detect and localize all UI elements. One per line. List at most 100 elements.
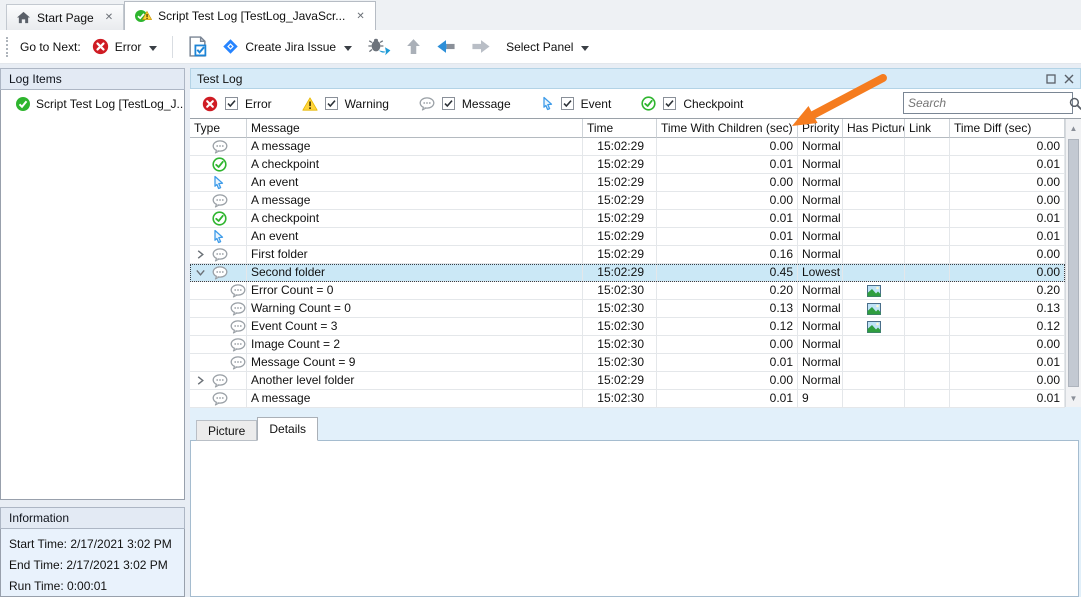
link-cell [905, 318, 950, 336]
home-icon [16, 11, 31, 24]
message-cell: A checkpoint [247, 210, 583, 228]
close-tab-icon[interactable]: ✕ [355, 11, 365, 22]
log-row[interactable]: A checkpoint15:02:290.01Normal0.01 [190, 156, 1065, 174]
scroll-up-icon[interactable]: ▲ [1066, 120, 1081, 136]
column-header-link[interactable]: Link [905, 119, 950, 138]
link-cell [905, 174, 950, 192]
link-cell [905, 210, 950, 228]
scroll-down-icon[interactable]: ▼ [1066, 390, 1081, 406]
checkpoint-checkbox[interactable] [663, 97, 676, 110]
link-cell [905, 138, 950, 156]
go-to-next-error-button[interactable]: Error [88, 36, 162, 57]
column-header-time-diff-sec[interactable]: Time Diff (sec) [950, 119, 1065, 138]
go-to-next-target-label: Error [115, 40, 142, 54]
priority-cell: Normal [798, 336, 843, 354]
tree-item-script-test-log[interactable]: Script Test Log [TestLog_J... [1, 94, 184, 114]
filter-warning: Warning [302, 96, 389, 112]
jump-to-bug-icon[interactable] [363, 35, 395, 58]
column-header-time-with-children-sec[interactable]: Time With Children (sec) [657, 119, 798, 138]
message-icon [230, 302, 246, 316]
up-arrow-icon[interactable] [402, 36, 425, 57]
message-cell: An event [247, 174, 583, 192]
message-checkbox[interactable] [442, 97, 455, 110]
forward-arrow-icon[interactable] [467, 37, 495, 56]
vertical-scrollbar[interactable]: ▲ ▼ [1065, 119, 1081, 407]
column-header-type[interactable]: Type [190, 119, 247, 138]
priority-cell: Normal [798, 318, 843, 336]
filter-error: Error [202, 96, 272, 112]
close-tab-icon[interactable]: ✕ [104, 12, 114, 23]
column-header-time[interactable]: Time [583, 119, 657, 138]
picture-icon[interactable] [867, 321, 881, 333]
log-row[interactable]: Another level folder15:02:290.00Normal0.… [190, 372, 1065, 390]
go-to-next-label: Go to Next: [20, 40, 81, 54]
tab-details[interactable]: Details [257, 417, 318, 441]
checklist-document-icon[interactable] [184, 34, 211, 59]
log-row[interactable]: Message Count = 915:02:300.01Normal0.01 [190, 354, 1065, 372]
picture-icon[interactable] [867, 303, 881, 315]
create-jira-issue-button[interactable]: Create Jira Issue [218, 36, 356, 57]
tab-script-test-log[interactable]: Script Test Log [TestLog_JavaScr... ✕ [124, 1, 376, 30]
information-header: Information [0, 507, 185, 529]
log-row[interactable]: An event15:02:290.00Normal0.00 [190, 174, 1065, 192]
log-row[interactable]: An event15:02:290.01Normal0.01 [190, 228, 1065, 246]
green-check-icon [15, 96, 31, 112]
message-cell: A message [247, 192, 583, 210]
message-cell: Error Count = 0 [247, 282, 583, 300]
bottom-tab-bar: Picture Details [196, 417, 318, 441]
time-diff-cell: 0.01 [950, 354, 1065, 372]
column-header-priority[interactable]: Priority [798, 119, 843, 138]
priority-cell: Normal [798, 300, 843, 318]
column-header-message[interactable]: Message [247, 119, 583, 138]
expand-icon[interactable] [196, 376, 212, 385]
type-cell [190, 210, 247, 228]
log-row[interactable]: First folder15:02:290.16Normal0.00 [190, 246, 1065, 264]
time-cell: 15:02:30 [583, 300, 657, 318]
event-icon [212, 175, 225, 190]
search-input[interactable] [904, 94, 1069, 112]
tab-picture[interactable]: Picture [196, 420, 257, 441]
type-cell [190, 246, 247, 264]
warning-checkbox[interactable] [325, 97, 338, 110]
log-row[interactable]: Image Count = 215:02:300.00Normal0.00 [190, 336, 1065, 354]
maximize-icon[interactable] [1046, 74, 1056, 84]
tab-start-page[interactable]: Start Page ✕ [6, 4, 124, 30]
panel-title: Test Log [197, 72, 1038, 86]
test-log-status-icon [134, 8, 152, 24]
magnifier-icon[interactable] [1069, 97, 1081, 110]
log-row[interactable]: A message15:02:290.00Normal0.00 [190, 192, 1065, 210]
time-with-children-cell: 0.12 [657, 318, 798, 336]
column-header-has-picture[interactable]: Has Picture [843, 119, 905, 138]
error-checkbox[interactable] [225, 97, 238, 110]
grid-rows: A message15:02:290.00Normal0.00A checkpo… [190, 138, 1065, 408]
log-row[interactable]: Warning Count = 015:02:300.13Normal0.13 [190, 300, 1065, 318]
log-row[interactable]: A message15:02:290.00Normal0.00 [190, 138, 1065, 156]
type-cell [190, 174, 247, 192]
log-row[interactable]: Error Count = 015:02:300.20Normal0.20 [190, 282, 1065, 300]
close-icon[interactable] [1064, 74, 1074, 84]
time-cell: 15:02:29 [583, 210, 657, 228]
message-cell: A message [247, 138, 583, 156]
time-with-children-cell: 0.01 [657, 210, 798, 228]
message-cell: Another level folder [247, 372, 583, 390]
collapse-icon[interactable] [196, 268, 212, 277]
scrollbar-thumb[interactable] [1068, 139, 1079, 387]
log-row[interactable]: Second folder15:02:290.45Lowest0.00 [190, 264, 1065, 282]
time-with-children-cell: 0.20 [657, 282, 798, 300]
toolbar-grip[interactable] [6, 37, 10, 57]
time-diff-cell: 0.00 [950, 174, 1065, 192]
priority-cell: Normal [798, 210, 843, 228]
log-row[interactable]: Event Count = 315:02:300.12Normal0.12 [190, 318, 1065, 336]
priority-cell: Normal [798, 372, 843, 390]
picture-icon[interactable] [867, 285, 881, 297]
back-arrow-icon[interactable] [432, 37, 460, 56]
expand-icon[interactable] [196, 250, 212, 259]
log-row[interactable]: A message15:02:300.0190.01 [190, 390, 1065, 408]
has-picture-cell [843, 318, 905, 336]
event-checkbox[interactable] [561, 97, 574, 110]
has-picture-cell [843, 174, 905, 192]
link-cell [905, 300, 950, 318]
select-panel-button[interactable]: Select Panel [502, 38, 593, 56]
log-row[interactable]: A checkpoint15:02:290.01Normal0.01 [190, 210, 1065, 228]
time-diff-cell: 0.01 [950, 390, 1065, 408]
